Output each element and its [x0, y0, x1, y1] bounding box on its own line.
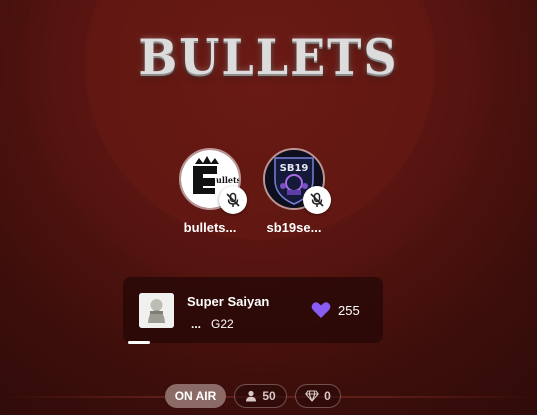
album-cover [139, 293, 174, 328]
room-stage: BULLETS ullets bullets... SB19 sb19se...… [0, 0, 537, 415]
avatar[interactable]: SB19 [263, 148, 331, 214]
gems-count-button[interactable]: 0 [295, 384, 341, 408]
speaker-name: sb19se... [266, 220, 322, 235]
song-progress-bar [128, 341, 150, 344]
mic-off-icon [219, 186, 247, 214]
song-title: Super Saiyan [187, 294, 270, 309]
on-air-label: ON AIR [174, 389, 217, 403]
svg-text:SB19: SB19 [280, 163, 309, 174]
listeners-count-button[interactable]: 50 [234, 384, 287, 408]
room-title: BULLETS [138, 28, 399, 86]
diamond-icon [305, 390, 319, 402]
speaker-sb19[interactable]: SB19 sb19se... [244, 148, 344, 235]
now-playing-card[interactable]: Super Saiyan ... G22 255 [123, 277, 383, 343]
avatar[interactable]: ullets [179, 148, 247, 214]
svg-text:ullets: ullets [216, 175, 239, 185]
gems-count: 0 [324, 389, 331, 403]
mic-off-icon [303, 186, 331, 214]
listeners-count: 50 [262, 389, 276, 403]
artist-prefix: ... [191, 317, 202, 331]
on-air-badge: ON AIR [165, 384, 226, 408]
person-icon [246, 390, 257, 402]
like-count: 255 [338, 302, 360, 318]
artist-name: G22 [211, 317, 234, 331]
song-artist: ... G22 [191, 317, 234, 331]
like-button[interactable]: 255 [311, 301, 360, 319]
heart-icon [311, 302, 331, 318]
